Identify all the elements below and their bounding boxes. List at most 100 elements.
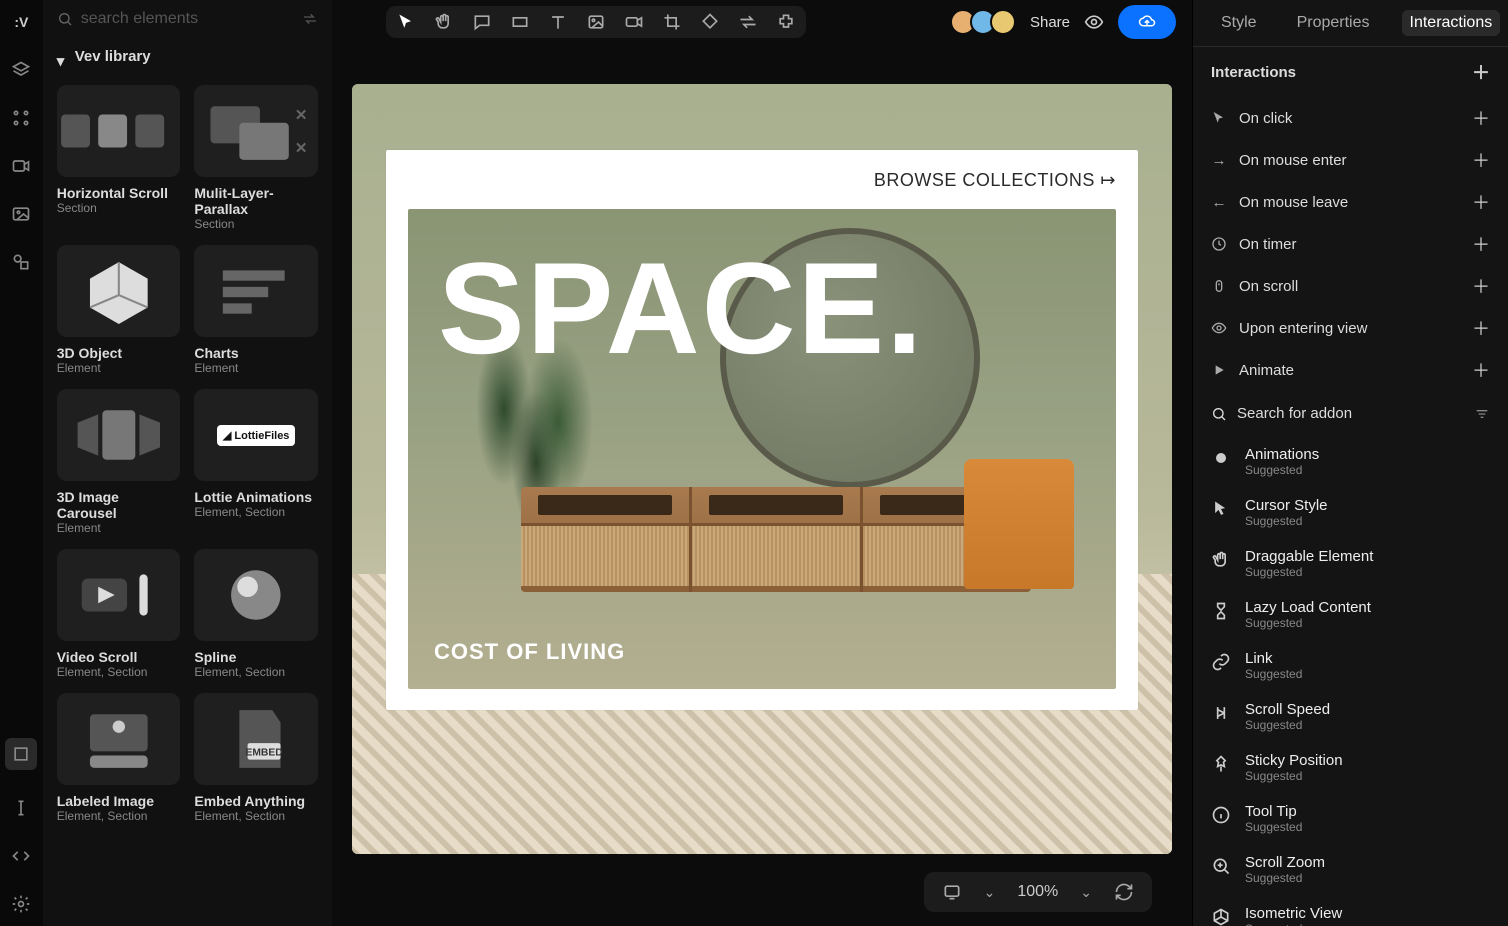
addon-sub: Suggested bbox=[1245, 769, 1343, 783]
code-icon[interactable] bbox=[11, 846, 31, 866]
trigger-mouse-leave[interactable]: ← On mouse leave ＋ bbox=[1193, 181, 1508, 223]
video-icon[interactable] bbox=[11, 156, 31, 176]
lib-card-spline[interactable]: Spline Element, Section bbox=[194, 549, 318, 679]
image-icon[interactable] bbox=[11, 204, 31, 224]
browse-link[interactable]: BROWSE COLLECTIONS ↦ bbox=[408, 170, 1116, 191]
hero-subtitle[interactable]: COST OF LIVING bbox=[434, 639, 625, 665]
lib-card-lottie[interactable]: ◢ LottieFiles Lottie Animations Element,… bbox=[194, 389, 318, 535]
text-tool-icon[interactable] bbox=[548, 12, 568, 32]
tab-style[interactable]: Style bbox=[1213, 10, 1265, 36]
addon-sub: Suggested bbox=[1245, 820, 1302, 834]
crop-tool-icon[interactable] bbox=[662, 12, 682, 32]
trigger-label: Upon entering view bbox=[1239, 320, 1367, 337]
share-button[interactable]: Share bbox=[1030, 14, 1070, 31]
comment-tool-icon[interactable] bbox=[472, 12, 492, 32]
add-interaction-icon[interactable]: ＋ bbox=[1472, 59, 1490, 85]
filter-icon[interactable] bbox=[1474, 406, 1490, 422]
addon-sticky[interactable]: Sticky PositionSuggested bbox=[1193, 742, 1508, 793]
lib-card-video-scroll[interactable]: Video Scroll Element, Section bbox=[57, 549, 181, 679]
frame-tool-icon[interactable] bbox=[5, 738, 37, 770]
select-tool-icon[interactable] bbox=[396, 12, 416, 32]
preview-eye-icon[interactable] bbox=[1084, 12, 1104, 32]
trigger-on-scroll[interactable]: On scroll ＋ bbox=[1193, 265, 1508, 307]
tab-properties[interactable]: Properties bbox=[1289, 10, 1378, 36]
shape-tool-icon[interactable] bbox=[700, 12, 720, 32]
trigger-entering-view[interactable]: Upon entering view ＋ bbox=[1193, 307, 1508, 349]
plus-icon[interactable]: ＋ bbox=[1472, 147, 1490, 173]
lib-thumb bbox=[57, 549, 181, 641]
lib-card-3d-object[interactable]: 3D Object Element bbox=[57, 245, 181, 375]
addon-isometric[interactable]: Isometric ViewSuggested bbox=[1193, 895, 1508, 926]
addon-link[interactable]: LinkSuggested bbox=[1193, 640, 1508, 691]
lib-type: Element bbox=[194, 361, 318, 375]
plus-icon[interactable]: ＋ bbox=[1472, 105, 1490, 131]
search-icon bbox=[1211, 406, 1227, 422]
lib-card-labeled-image[interactable]: Labeled Image Element, Section bbox=[57, 693, 181, 823]
addon-cursor-style[interactable]: Cursor StyleSuggested bbox=[1193, 487, 1508, 538]
plugin-tool-icon[interactable] bbox=[776, 12, 796, 32]
addon-animations[interactable]: AnimationsSuggested bbox=[1193, 436, 1508, 487]
device-icon[interactable] bbox=[942, 882, 962, 902]
shapes-icon[interactable] bbox=[11, 252, 31, 272]
plus-icon[interactable]: ＋ bbox=[1472, 189, 1490, 215]
trigger-on-click[interactable]: On click ＋ bbox=[1193, 97, 1508, 139]
lib-card-embed[interactable]: EMBED Embed Anything Element, Section bbox=[194, 693, 318, 823]
plus-icon[interactable]: ＋ bbox=[1472, 357, 1490, 383]
trigger-label: On click bbox=[1239, 110, 1292, 127]
addon-tooltip[interactable]: Tool TipSuggested bbox=[1193, 793, 1508, 844]
text-cursor-icon[interactable] bbox=[11, 798, 31, 818]
chevron-down-icon[interactable]: ⌄ bbox=[1080, 884, 1092, 901]
lib-card-horizontal-scroll[interactable]: Horizontal Scroll Section bbox=[57, 85, 181, 231]
lib-thumb bbox=[57, 389, 181, 481]
collaborator-avatars[interactable] bbox=[956, 9, 1016, 35]
cursor-icon bbox=[1211, 110, 1227, 126]
chevron-down-icon: ▾ bbox=[57, 52, 67, 62]
publish-button[interactable] bbox=[1118, 5, 1176, 39]
plus-icon[interactable]: ＋ bbox=[1472, 231, 1490, 257]
clock-icon bbox=[1211, 236, 1227, 252]
addon-scroll-zoom[interactable]: Scroll ZoomSuggested bbox=[1193, 844, 1508, 895]
addon-lazy-load[interactable]: Lazy Load ContentSuggested bbox=[1193, 589, 1508, 640]
plus-icon[interactable]: ＋ bbox=[1472, 315, 1490, 341]
lib-title: Horizontal Scroll bbox=[57, 185, 181, 201]
swap-tool-icon[interactable] bbox=[738, 12, 758, 32]
tab-interactions[interactable]: Interactions bbox=[1402, 10, 1501, 36]
hand-tool-icon[interactable] bbox=[434, 12, 454, 32]
search-row bbox=[43, 0, 332, 38]
trigger-mouse-enter[interactable]: → On mouse enter ＋ bbox=[1193, 139, 1508, 181]
section-tool-icon[interactable] bbox=[510, 12, 530, 32]
lib-thumb bbox=[57, 85, 181, 177]
trigger-on-timer[interactable]: On timer ＋ bbox=[1193, 223, 1508, 265]
image-tool-icon[interactable] bbox=[586, 12, 606, 32]
svg-text:EMBED: EMBED bbox=[246, 747, 283, 758]
scroll-speed-icon bbox=[1211, 703, 1231, 723]
lib-card-charts[interactable]: Charts Element bbox=[194, 245, 318, 375]
swap-icon[interactable] bbox=[302, 11, 318, 27]
addon-sub: Suggested bbox=[1245, 463, 1319, 477]
plus-icon[interactable]: ＋ bbox=[1472, 273, 1490, 299]
content-card: BROWSE COLLECTIONS ↦ SPACE. COST OF LIVI… bbox=[386, 150, 1138, 710]
chevron-down-icon[interactable]: ⌄ bbox=[984, 884, 996, 901]
components-icon[interactable] bbox=[11, 108, 31, 128]
addon-scroll-speed[interactable]: Scroll SpeedSuggested bbox=[1193, 691, 1508, 742]
design-canvas[interactable]: BROWSE COLLECTIONS ↦ SPACE. COST OF LIVI… bbox=[352, 84, 1172, 854]
addon-draggable[interactable]: Draggable ElementSuggested bbox=[1193, 538, 1508, 589]
layers-icon[interactable] bbox=[11, 60, 31, 80]
lib-type: Element bbox=[57, 361, 181, 375]
zoom-level[interactable]: 100% bbox=[1017, 883, 1058, 901]
lib-card-3d-carousel[interactable]: 3D Image Carousel Element bbox=[57, 389, 181, 535]
logo-icon[interactable]: :V bbox=[11, 12, 31, 32]
settings-gear-icon[interactable] bbox=[11, 894, 31, 914]
hero-title[interactable]: SPACE. bbox=[438, 243, 924, 373]
refresh-icon[interactable] bbox=[1114, 882, 1134, 902]
library-header[interactable]: ▾ Vev library bbox=[43, 38, 332, 75]
video-tool-icon[interactable] bbox=[624, 12, 644, 32]
addon-search-row[interactable]: Search for addon bbox=[1193, 391, 1508, 436]
lib-type: Element bbox=[57, 521, 181, 535]
trigger-animate[interactable]: Animate ＋ bbox=[1193, 349, 1508, 391]
lib-thumb bbox=[194, 245, 318, 337]
lib-title: Lottie Animations bbox=[194, 489, 318, 505]
lib-title: Charts bbox=[194, 345, 318, 361]
lib-card-parallax[interactable]: Mulit-Layer-Parallax Section bbox=[194, 85, 318, 231]
search-input[interactable] bbox=[81, 10, 294, 28]
